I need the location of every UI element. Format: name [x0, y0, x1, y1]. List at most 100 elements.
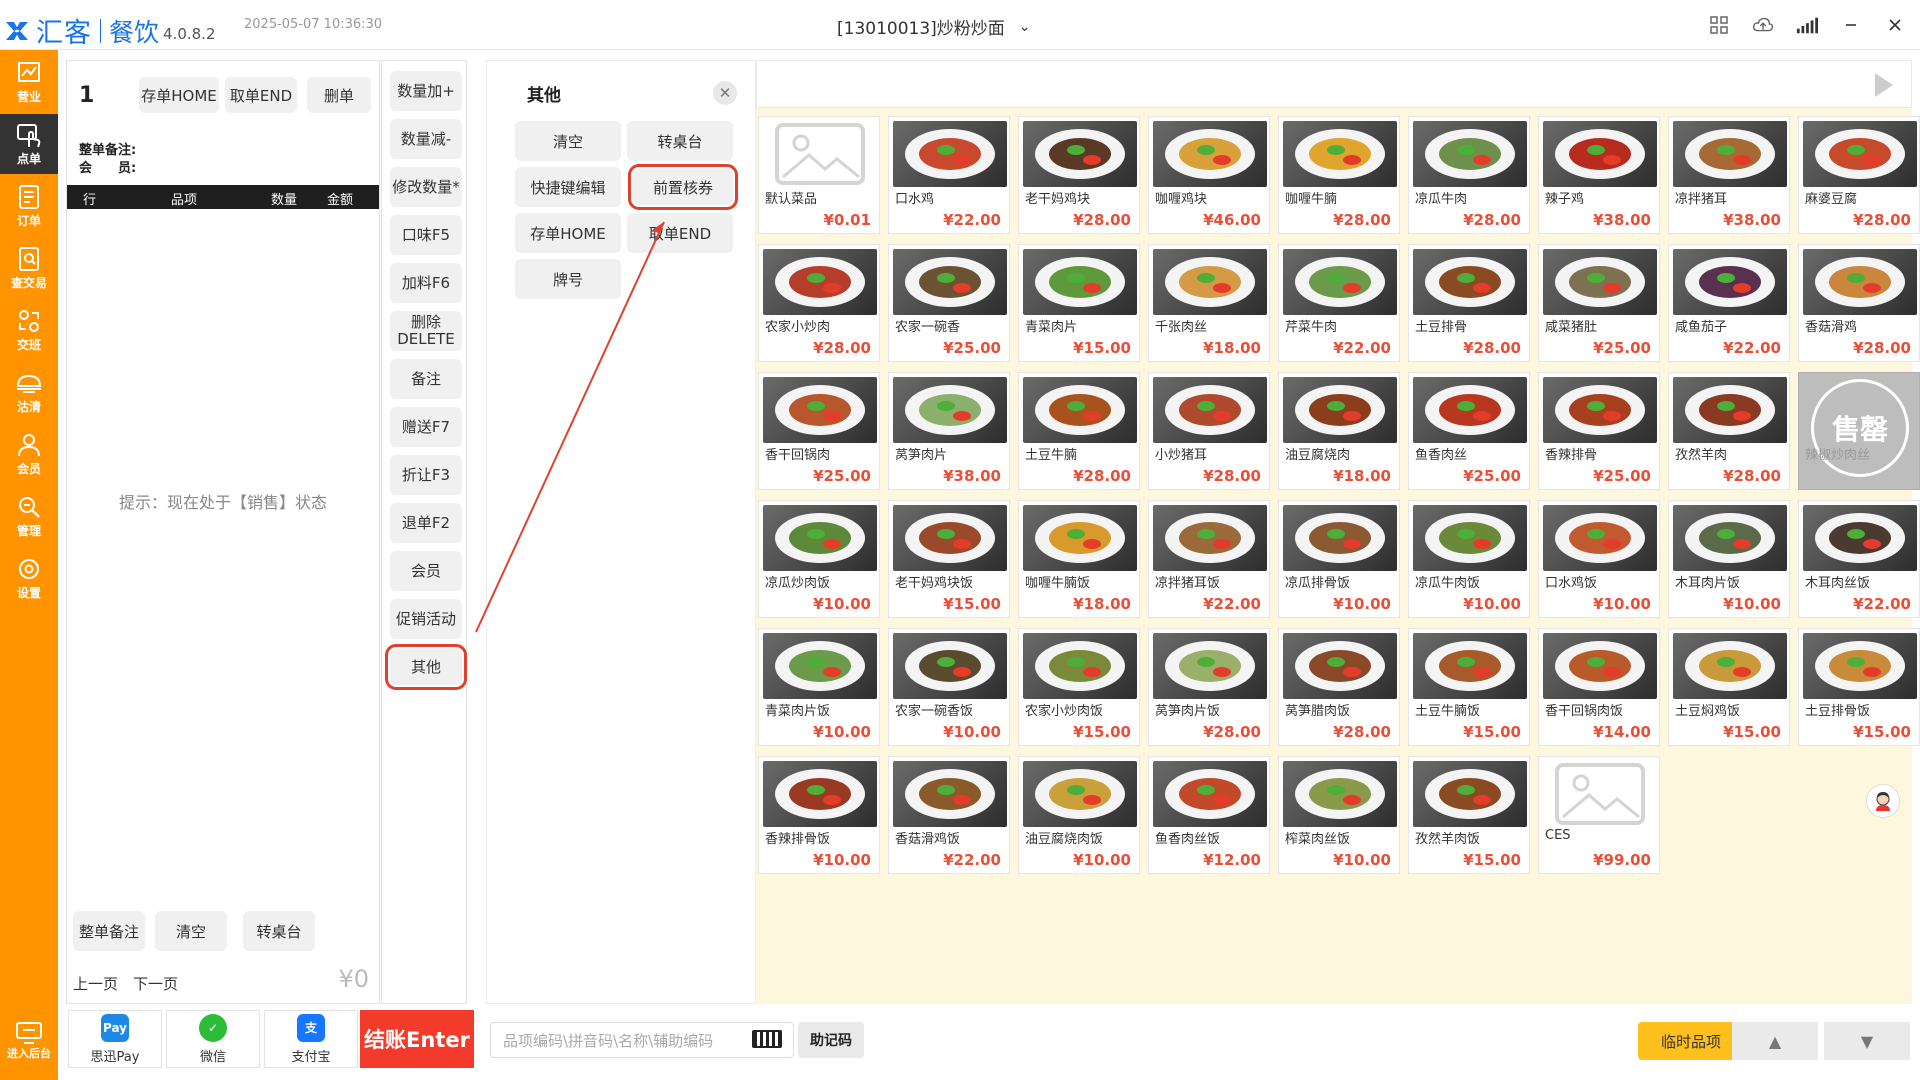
delete-order-button[interactable]: 删单: [307, 77, 371, 113]
popup-verify-coupon-button[interactable]: 前置核券: [628, 164, 738, 210]
close-icon[interactable]: [1884, 14, 1906, 36]
nav-item-transactions[interactable]: 查交易: [0, 238, 58, 298]
nav-item-shift[interactable]: 交班: [0, 300, 58, 360]
dish-card[interactable]: 香辣排骨饭 ¥10.00: [758, 756, 880, 874]
dish-card[interactable]: 口水鸡饭 ¥10.00: [1538, 500, 1660, 618]
alipay-button[interactable]: 支 支付宝: [264, 1010, 358, 1068]
promotion-button[interactable]: 促销活动: [390, 599, 462, 639]
refund-button[interactable]: 退单F2: [390, 503, 462, 543]
qty-plus-button[interactable]: 数量加+: [390, 71, 462, 111]
modify-qty-button[interactable]: 修改数量*: [390, 167, 462, 207]
next-page-link[interactable]: 下一页: [133, 973, 178, 994]
dish-card[interactable]: 香干回锅肉 ¥25.00: [758, 372, 880, 490]
dish-card[interactable]: 榨菜肉丝饭 ¥10.00: [1278, 756, 1400, 874]
discount-button[interactable]: 折让F3: [390, 455, 462, 495]
popup-table-number-button[interactable]: 牌号: [515, 259, 621, 299]
fetch-order-button[interactable]: 取单END: [225, 77, 297, 113]
dish-card[interactable]: 油豆腐烧肉饭 ¥10.00: [1018, 756, 1140, 874]
dish-card[interactable]: 莴笋肉片饭 ¥28.00: [1148, 628, 1270, 746]
nav-item-manage[interactable]: 管理: [0, 486, 58, 546]
nav-item-settings[interactable]: 设置: [0, 548, 58, 608]
transfer-table-button[interactable]: 转桌台: [243, 911, 315, 951]
store-selector[interactable]: [13010013]炒粉炒面 ⌄: [837, 14, 1031, 40]
dish-card[interactable]: 农家小炒肉饭 ¥15.00: [1018, 628, 1140, 746]
dish-card[interactable]: 农家一碗香饭 ¥10.00: [888, 628, 1010, 746]
cloud-sync-icon[interactable]: [1752, 14, 1774, 36]
dish-card[interactable]: 辣子鸡 ¥38.00: [1538, 116, 1660, 234]
popup-transfer-table-button[interactable]: 转桌台: [627, 121, 733, 161]
dish-card[interactable]: 香菇滑鸡 ¥28.00: [1798, 244, 1920, 362]
dish-card[interactable]: 咖喱牛腩 ¥28.00: [1278, 116, 1400, 234]
dish-card[interactable]: 千张肉丝 ¥18.00: [1148, 244, 1270, 362]
dish-card[interactable]: 咖喱鸡块 ¥46.00: [1148, 116, 1270, 234]
dish-card[interactable]: 土豆牛腩 ¥28.00: [1018, 372, 1140, 490]
popup-fetch-order-button[interactable]: 取单END: [627, 213, 733, 253]
scroll-down-button[interactable]: ▼: [1824, 1022, 1910, 1060]
nav-item-member[interactable]: 会员: [0, 424, 58, 484]
nav-item-order-entry[interactable]: 点单: [0, 114, 58, 174]
dish-card[interactable]: 凉拌猪耳 ¥38.00: [1668, 116, 1790, 234]
dish-card[interactable]: 木耳肉丝饭 ¥22.00: [1798, 500, 1920, 618]
nav-item-orders[interactable]: 订单: [0, 176, 58, 236]
dish-card[interactable]: 麻婆豆腐 ¥28.00: [1798, 116, 1920, 234]
dish-card[interactable]: 孜然羊肉饭 ¥15.00: [1408, 756, 1530, 874]
assistant-avatar[interactable]: [1866, 784, 1900, 818]
addon-button[interactable]: 加料F6: [390, 263, 462, 303]
dish-card[interactable]: CES ¥99.00: [1538, 756, 1660, 874]
dish-card[interactable]: 孜然羊肉 ¥28.00: [1668, 372, 1790, 490]
dish-card[interactable]: 青菜肉片饭 ¥10.00: [758, 628, 880, 746]
wechat-pay-button[interactable]: ✓ 微信: [166, 1010, 260, 1068]
mnemonic-button[interactable]: 助记码: [798, 1022, 864, 1058]
delete-item-button[interactable]: 删除 DELETE: [390, 311, 462, 351]
nav-item-business[interactable]: 营业: [0, 52, 58, 112]
siyun-pay-button[interactable]: Pay 思迅Pay: [68, 1010, 162, 1068]
dish-card[interactable]: 默认菜品 ¥0.01: [758, 116, 880, 234]
dish-card[interactable]: 土豆焖鸡饭 ¥15.00: [1668, 628, 1790, 746]
dish-card[interactable]: 香菇滑鸡饭 ¥22.00: [888, 756, 1010, 874]
checkout-button[interactable]: 结账Enter: [360, 1010, 474, 1068]
dish-card[interactable]: 凉瓜炒肉饭 ¥10.00: [758, 500, 880, 618]
member-button[interactable]: 会员: [390, 551, 462, 591]
dish-card[interactable]: 凉瓜排骨饭 ¥10.00: [1278, 500, 1400, 618]
clear-button[interactable]: 清空: [155, 911, 227, 951]
dish-card[interactable]: 莴笋腊肉饭 ¥28.00: [1278, 628, 1400, 746]
popup-clear-button[interactable]: 清空: [515, 121, 621, 161]
popup-shortcut-edit-button[interactable]: 快捷键编辑: [515, 167, 621, 207]
item-code-input[interactable]: 品项编码\拼音码\名称\辅助编码: [490, 1022, 794, 1058]
dish-card[interactable]: 售罄 辣椒炒肉丝: [1798, 372, 1920, 490]
dish-card[interactable]: 咖喱牛腩饭 ¥18.00: [1018, 500, 1140, 618]
dish-card[interactable]: 凉瓜牛肉饭 ¥10.00: [1408, 500, 1530, 618]
nav-item-sold-out[interactable]: 沽清: [0, 362, 58, 422]
dish-card[interactable]: 鱼香肉丝 ¥25.00: [1408, 372, 1530, 490]
dish-card[interactable]: 咸菜猪肚 ¥25.00: [1538, 244, 1660, 362]
dish-card[interactable]: 咸鱼茄子 ¥22.00: [1668, 244, 1790, 362]
dish-card[interactable]: 芹菜牛肉 ¥22.00: [1278, 244, 1400, 362]
dish-card[interactable]: 小炒猪耳 ¥28.00: [1148, 372, 1270, 490]
other-button[interactable]: 其他: [385, 644, 467, 690]
dish-card[interactable]: 油豆腐烧肉 ¥18.00: [1278, 372, 1400, 490]
minimize-icon[interactable]: [1840, 14, 1862, 36]
dish-card[interactable]: 口水鸡 ¥22.00: [888, 116, 1010, 234]
qty-minus-button[interactable]: 数量减-: [390, 119, 462, 159]
dish-card[interactable]: 老干妈鸡块饭 ¥15.00: [888, 500, 1010, 618]
app-grid-icon[interactable]: [1708, 14, 1730, 36]
save-order-button[interactable]: 存单HOME: [139, 77, 219, 113]
dish-card[interactable]: 莴笋肉片 ¥38.00: [888, 372, 1010, 490]
dish-card[interactable]: 土豆排骨饭 ¥15.00: [1798, 628, 1920, 746]
next-category-icon[interactable]: [1875, 73, 1893, 97]
dish-card[interactable]: 土豆排骨 ¥28.00: [1408, 244, 1530, 362]
dish-card[interactable]: 土豆牛腩饭 ¥15.00: [1408, 628, 1530, 746]
dish-card[interactable]: 香干回锅肉饭 ¥14.00: [1538, 628, 1660, 746]
dish-card[interactable]: 老干妈鸡块 ¥28.00: [1018, 116, 1140, 234]
popup-close-button[interactable]: ✕: [713, 81, 737, 105]
dish-card[interactable]: 凉瓜牛肉 ¥28.00: [1408, 116, 1530, 234]
order-remark-button[interactable]: 整单备注: [73, 911, 145, 951]
dish-card[interactable]: 香辣排骨 ¥25.00: [1538, 372, 1660, 490]
back-office-button[interactable]: 进入后台: [0, 1012, 58, 1070]
prev-page-link[interactable]: 上一页: [73, 973, 118, 994]
taste-button[interactable]: 口味F5: [390, 215, 462, 255]
dish-card[interactable]: 农家一碗香 ¥25.00: [888, 244, 1010, 362]
keyboard-icon[interactable]: [752, 1030, 782, 1048]
dish-card[interactable]: 鱼香肉丝饭 ¥12.00: [1148, 756, 1270, 874]
scroll-up-button[interactable]: ▲: [1732, 1022, 1818, 1060]
